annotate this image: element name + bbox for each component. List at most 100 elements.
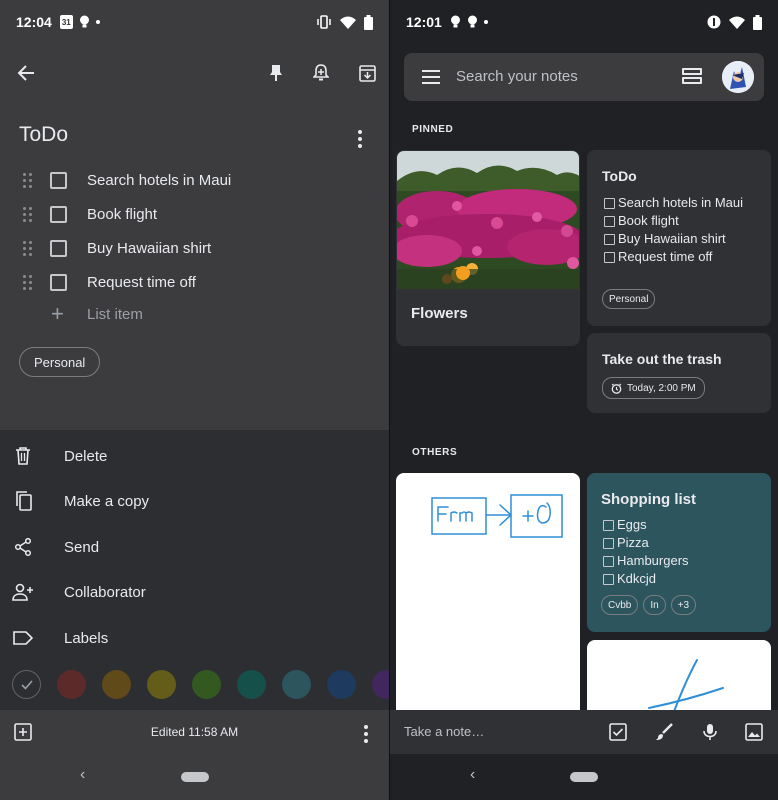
nav-back-icon[interactable]: ‹: [80, 766, 85, 784]
label-chip: Personal: [602, 289, 656, 309]
search-bar[interactable]: Search your notes: [404, 53, 764, 101]
delete-menu-item[interactable]: Delete: [0, 436, 389, 476]
take-note-bar: Take a note…: [390, 710, 778, 754]
send-menu-item[interactable]: Send: [0, 527, 389, 567]
system-nav-bar: ‹: [0, 754, 389, 800]
checklist-item: Book flight: [604, 212, 764, 230]
shopping-list-note-card[interactable]: Shopping list Eggs Pizza Hamburgers Kdkc…: [587, 473, 771, 632]
drag-handle-icon[interactable]: [23, 172, 32, 188]
checklist-item: Hamburgers: [603, 552, 763, 570]
note-card-title: Take out the trash: [602, 351, 722, 367]
drag-handle-icon[interactable]: [23, 206, 32, 222]
color-swatch-yellow[interactable]: [147, 670, 176, 699]
share-icon: [12, 536, 34, 558]
back-button[interactable]: [15, 62, 37, 84]
note-card-title: ToDo: [602, 168, 637, 184]
home-pill[interactable]: [570, 772, 598, 782]
menu-item-label: Labels: [64, 629, 109, 647]
color-swatch-green[interactable]: [192, 670, 221, 699]
add-list-item[interactable]: + List item: [0, 302, 389, 328]
list-item-text[interactable]: Request time off: [87, 274, 196, 291]
checklist-item: Request time off: [604, 248, 764, 266]
hamburger-menu-icon[interactable]: [422, 70, 440, 88]
list-item[interactable]: Request time off: [0, 265, 389, 299]
list-view-icon[interactable]: [682, 68, 702, 86]
avatar[interactable]: [722, 61, 754, 93]
list-item-text[interactable]: Book flight: [87, 206, 157, 223]
drag-handle-icon[interactable]: [23, 240, 32, 256]
archive-button[interactable]: [356, 62, 378, 84]
labels-menu-item[interactable]: Labels: [0, 618, 389, 658]
menu-item-label: Make a copy: [64, 492, 150, 510]
drag-handle-icon[interactable]: [23, 274, 32, 290]
lightbulb-icon: [79, 15, 89, 28]
pinned-section-label: PINNED: [412, 124, 454, 135]
person-add-icon: [12, 581, 34, 603]
note-title[interactable]: ToDo: [19, 123, 68, 147]
checklist-item: Kdkcjd: [603, 570, 763, 588]
list-item[interactable]: Search hotels in Maui: [0, 163, 389, 197]
item-checkbox[interactable]: [50, 205, 67, 223]
notification-dot-icon: [483, 20, 488, 24]
archive-icon: [358, 64, 376, 82]
new-drawing-button[interactable]: [654, 722, 674, 742]
bell-plus-icon: [313, 64, 329, 81]
label-chip-row: Cvbb In +3: [601, 595, 697, 615]
color-swatch-purple[interactable]: [372, 670, 389, 699]
image-icon: [745, 723, 763, 741]
make-copy-menu-item[interactable]: Make a copy: [0, 481, 389, 521]
editor-toolbar: [0, 56, 389, 90]
more-options-icon[interactable]: [364, 725, 368, 743]
check-icon: [20, 679, 33, 690]
brush-icon: [656, 723, 673, 740]
microphone-icon: [703, 724, 717, 740]
note-options-icon[interactable]: [358, 130, 362, 148]
edited-timestamp: Edited 11:58 AM: [150, 725, 239, 739]
reminder-chip: Today, 2:00 PM: [602, 377, 705, 399]
color-default-swatch[interactable]: [12, 670, 41, 699]
lightbulb-icon: [450, 15, 460, 28]
notes-list-screen: 12:01 Search your notes PINNED Flowers T…: [390, 0, 778, 800]
copy-icon: [12, 490, 34, 512]
trash-note-card[interactable]: Take out the trash Today, 2:00 PM: [587, 333, 771, 413]
flowers-image: [397, 151, 579, 289]
color-swatch-orange[interactable]: [102, 670, 131, 699]
list-item-text[interactable]: Search hotels in Maui: [87, 172, 231, 189]
new-list-button[interactable]: [608, 722, 628, 742]
list-item[interactable]: Buy Hawaiian shirt: [0, 231, 389, 265]
item-checkbox[interactable]: [50, 171, 67, 189]
collaborator-menu-item[interactable]: Collaborator: [0, 572, 389, 612]
pin-button[interactable]: [265, 62, 287, 84]
battery-icon: [753, 14, 762, 30]
color-swatch-dark-blue[interactable]: [327, 670, 356, 699]
dnd-icon: [707, 15, 721, 29]
item-checkbox[interactable]: [50, 273, 67, 291]
color-swatch-teal[interactable]: [237, 670, 266, 699]
drawing-note-card[interactable]: [396, 473, 580, 723]
checklist-item: Pizza: [603, 534, 763, 552]
item-checkbox[interactable]: [50, 239, 67, 257]
list-item[interactable]: Book flight: [0, 197, 389, 231]
color-swatch-red[interactable]: [57, 670, 86, 699]
new-audio-note-button[interactable]: [700, 722, 720, 742]
note-card-title: Shopping list: [601, 491, 696, 508]
label-chip: In: [643, 595, 666, 615]
search-placeholder[interactable]: Search your notes: [456, 68, 578, 85]
list-item-text[interactable]: Buy Hawaiian shirt: [87, 240, 211, 257]
color-swatch-blue[interactable]: [282, 670, 311, 699]
trash-icon: [12, 445, 34, 467]
pin-icon: [270, 65, 282, 81]
menu-item-label: Collaborator: [64, 583, 146, 601]
checklist-item: Eggs: [603, 516, 763, 534]
todo-note-card[interactable]: ToDo Search hotels in Maui Book flight B…: [587, 150, 771, 326]
reminder-button[interactable]: [310, 62, 332, 84]
new-image-note-button[interactable]: [744, 722, 764, 742]
label-chip[interactable]: Personal: [19, 347, 101, 377]
color-palette: [0, 668, 389, 702]
home-pill[interactable]: [181, 772, 209, 782]
take-note-input[interactable]: Take a note…: [404, 724, 484, 739]
flowers-note-card[interactable]: Flowers: [396, 150, 580, 346]
battery-icon: [364, 14, 373, 30]
reminder-text: Today, 2:00 PM: [627, 382, 696, 394]
nav-back-icon[interactable]: ‹: [470, 766, 475, 784]
